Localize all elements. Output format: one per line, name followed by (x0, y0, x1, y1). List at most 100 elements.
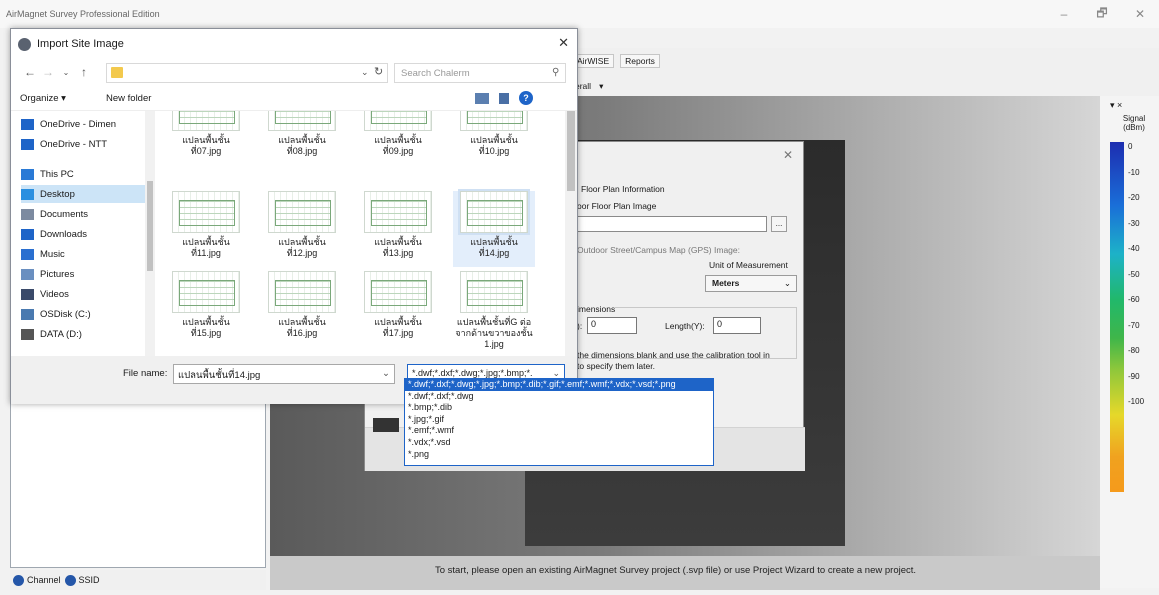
legend-title: Signal (dBm) (1122, 114, 1146, 132)
nav-item[interactable]: Desktop (21, 185, 145, 203)
nav-item[interactable]: Downloads (21, 225, 145, 243)
search-input[interactable]: Search Chalerm (394, 63, 566, 83)
signal-color-bar (1110, 142, 1124, 492)
file-item[interactable]: แปลนพื้นชั้น ที่17.jpg (357, 271, 439, 347)
file-item[interactable]: แปลนพื้นชั้น ที่13.jpg (357, 191, 439, 267)
file-name-caption: แปลนพื้นชั้น ที่13.jpg (357, 237, 439, 259)
legend-tick-label: -80 (1128, 346, 1140, 355)
address-bar[interactable]: ⌄ ↻ (106, 63, 388, 83)
refresh-icon[interactable]: ↻ (374, 65, 383, 78)
file-item[interactable]: แปลนพื้นชั้น ที่09.jpg (357, 111, 439, 165)
nav-item[interactable]: DATA (D:) (21, 325, 145, 343)
app-titlebar: AirMagnet Survey Professional Edition – … (0, 0, 1159, 28)
file-item[interactable]: แปลนพื้นชั้น ที่10.jpg (453, 111, 535, 165)
back-arrow-icon[interactable]: ← (21, 65, 39, 79)
file-type-option[interactable]: *.emf;*.wmf (405, 425, 713, 437)
file-type-option[interactable]: *.dwf;*.dxf;*.dwg (405, 391, 713, 403)
recent-chevron-icon[interactable]: ⌄ (57, 68, 75, 77)
nav-item[interactable]: Music (21, 245, 145, 263)
caption-line: แปลนพื้นชั้น (374, 237, 422, 247)
forward-arrow-icon[interactable]: → (39, 65, 57, 79)
nav-item-label: Desktop (40, 188, 75, 200)
videos-icon (21, 288, 34, 300)
nav-scrollbar[interactable] (145, 111, 155, 356)
floor-plan-thumbnail (172, 111, 240, 131)
dialog-close-icon[interactable]: ✕ (558, 35, 569, 51)
length-input[interactable]: 0 (713, 317, 761, 334)
tab-channel[interactable]: Channel (13, 574, 61, 586)
floor-dialog-close-icon[interactable]: ✕ (783, 148, 793, 162)
floor-plan-thumbnail (364, 271, 432, 313)
caption-line: แปลนพื้นชั้น (374, 317, 422, 327)
file-name-input[interactable]: แปลนพื้นชั้นที่14.jpg ⌄ (173, 364, 395, 384)
file-item[interactable]: แปลนพื้นชั้น ที่15.jpg (165, 271, 247, 347)
width-input[interactable]: 0 (587, 317, 637, 334)
floor-plan-thumbnail (460, 271, 528, 313)
preview-pane-icon[interactable] (499, 92, 509, 104)
legend-tick-label: -30 (1128, 218, 1140, 228)
nav-item-label: OneDrive - Dimen (40, 118, 117, 130)
file-item[interactable]: แปลนพื้นชั้น ที่07.jpg (165, 111, 247, 165)
nav-item[interactable]: OneDrive - NTT (21, 135, 145, 153)
view-controls: ? (475, 91, 533, 105)
channel-icon (13, 574, 24, 586)
import-site-image-dialog: Import Site Image ✕ ← → ⌄ ↑ ⌄ ↻ Search C… (10, 28, 578, 404)
nav-item-label: OSDisk (C:) (40, 308, 91, 320)
files-scroll-thumb[interactable] (567, 111, 575, 191)
file-name-caption: แปลนพื้นชั้น ที่12.jpg (261, 237, 343, 259)
browse-button[interactable]: ... (771, 216, 787, 232)
new-folder-button[interactable]: New folder (106, 93, 151, 104)
organize-button[interactable]: Organize ▾ (20, 93, 66, 104)
file-item[interactable]: แปลนพื้นชั้น ที่16.jpg (261, 271, 343, 347)
nav-item[interactable]: This PC (21, 165, 145, 183)
note-line-2: to specify them later. (577, 361, 655, 371)
nav-scroll-thumb[interactable] (147, 181, 153, 271)
airwise-button[interactable]: AirWISE (572, 54, 615, 68)
view-options-icon[interactable] (475, 92, 489, 104)
close-button[interactable]: ✕ (1121, 0, 1159, 28)
file-item[interactable]: แปลนพื้นชั้น ที่08.jpg (261, 111, 343, 165)
dimensions-label: imensions (577, 304, 616, 314)
restore-button[interactable]: 🗗 (1083, 0, 1121, 28)
nav-item[interactable]: Documents (21, 205, 145, 223)
file-item[interactable]: แปลนพื้นชั้น ที่14.jpg (453, 189, 535, 267)
address-chevron-icon[interactable]: ⌄ (361, 67, 369, 78)
file-name-caption: แปลนพื้นชั้น ที่17.jpg (357, 317, 439, 339)
help-icon[interactable]: ? (519, 91, 533, 105)
file-type-option[interactable]: *.vdx;*.vsd (405, 437, 713, 449)
minimize-button[interactable]: – (1045, 0, 1083, 28)
up-arrow-icon[interactable]: ↑ (75, 65, 93, 79)
file-name-caption: แปลนพื้นชั้น ที่11.jpg (165, 237, 247, 259)
reports-button[interactable]: Reports (620, 54, 660, 68)
left-panel-tabs: Channel SSID (10, 570, 266, 590)
file-name-value: แปลนพื้นชั้นที่14.jpg (178, 370, 261, 381)
file-item[interactable]: แปลนพื้นชั้น ที่11.jpg (165, 191, 247, 267)
ssid-icon (64, 574, 76, 586)
caption-line: ที่15.jpg (190, 328, 222, 338)
tab-channel-label: Channel (27, 575, 61, 585)
search-icon[interactable]: ⚲ (552, 67, 571, 78)
pictures-icon (21, 268, 34, 280)
file-item[interactable]: แปลนพื้นชั้น ที่12.jpg (261, 191, 343, 267)
files-scrollbar[interactable] (565, 111, 577, 356)
tab-ssid[interactable]: SSID (64, 574, 100, 586)
file-name-chevron-icon[interactable]: ⌄ (382, 368, 390, 379)
floor-plan-image-input[interactable] (577, 216, 767, 232)
legend-tick-label: -60 (1128, 295, 1140, 304)
file-type-option[interactable]: *.jpg;*.gif (405, 414, 713, 426)
app-icon (18, 37, 31, 51)
floor-plan-thumbnail (268, 271, 336, 313)
file-name-caption: แปลนพื้นชั้นที่G ต่อ จากด้านขวาของชั้น 1.j… (453, 317, 535, 350)
legend-header-controls[interactable]: ▾ × (1110, 100, 1122, 111)
nav-item[interactable]: Videos (21, 285, 145, 303)
nav-item[interactable]: OSDisk (C:) (21, 305, 145, 323)
file-type-option[interactable]: *.png (405, 449, 713, 461)
unit-select[interactable]: Meters ⌄ (705, 275, 797, 292)
file-item[interactable]: แปลนพื้นชั้นที่G ต่อ จากด้านขวาของชั้น 1.j… (453, 271, 535, 350)
nav-item[interactable]: Pictures (21, 265, 145, 283)
nav-item[interactable]: OneDrive - Dimen (21, 115, 145, 133)
file-type-option[interactable]: *.dwf;*.dxf;*.dwg;*.jpg;*.bmp;*.dib;*.gi… (405, 379, 713, 391)
file-type-option[interactable]: *.bmp;*.dib (405, 402, 713, 414)
floor-plan-section-title: Floor Plan Information (581, 184, 665, 194)
unit-value: Meters (712, 278, 740, 288)
